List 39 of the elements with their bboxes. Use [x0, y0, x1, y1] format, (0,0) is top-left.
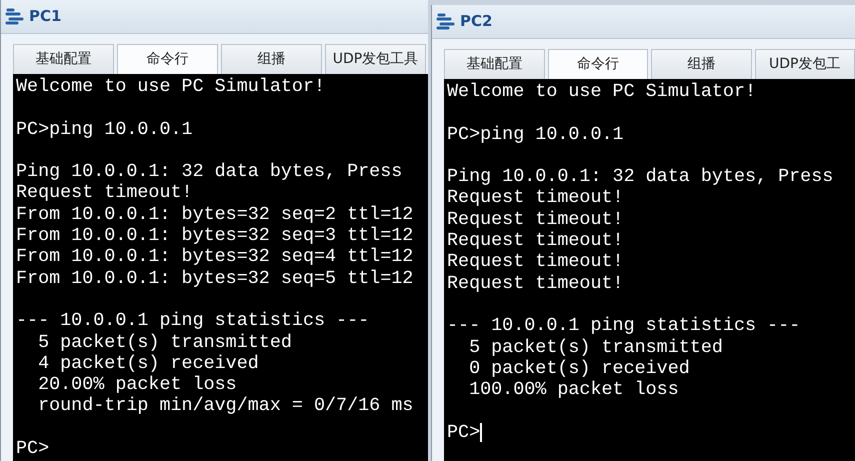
- terminal-line: round-trip min/avg/max = 0/7/16 ms: [37, 395, 414, 417]
- terminal-line: Request timeout!: [447, 251, 625, 273]
- tab[interactable]: 命令行: [117, 44, 218, 74]
- terminal-line: 0 packet(s) received: [468, 358, 691, 380]
- terminal-line: Ping 10.0.0.1: 32 data bytes, Press: [16, 161, 404, 182]
- tab[interactable]: 基础配置: [13, 44, 114, 74]
- tab[interactable]: UDP发包工: [754, 49, 855, 79]
- terminal-line: Request timeout!: [447, 230, 625, 252]
- terminal-line: Request timeout!: [447, 187, 625, 209]
- tab[interactable]: 基础配置: [444, 49, 544, 79]
- tab[interactable]: 组播: [221, 44, 322, 74]
- terminal-line: 100.00% packet loss: [468, 379, 680, 400]
- terminal-line: PC>ping 10.0.0.1: [447, 124, 625, 145]
- terminal-line: Welcome to use PC Simulator!: [447, 81, 758, 102]
- terminal-line: From 10.0.0.1: bytes=32 seq=4 ttl=12: [16, 246, 414, 268]
- terminal-line: --- 10.0.0.1 ping statistics ---: [447, 315, 802, 337]
- terminal-line: From 10.0.0.1: bytes=32 seq=3 ttl=12: [16, 225, 414, 246]
- terminal-line: PC>ping 10.0.0.1: [16, 118, 194, 140]
- terminal-line: Welcome to use PC Simulator!: [16, 76, 326, 98]
- tab[interactable]: 组播: [651, 49, 752, 79]
- terminal-line: Request timeout!: [447, 208, 625, 230]
- window-title: PC1: [29, 6, 62, 28]
- terminal-line: --- 10.0.0.1 ping statistics ---: [16, 310, 370, 332]
- terminal-line: PC>: [447, 422, 480, 444]
- tab[interactable]: UDP发包工具: [325, 44, 426, 74]
- terminal-line: From 10.0.0.1: bytes=32 seq=2 ttl=12: [16, 204, 414, 226]
- terminal-line: Request timeout!: [16, 182, 194, 204]
- tab[interactable]: 命令行: [548, 49, 648, 79]
- terminal-line: Ping 10.0.0.1: 32 data bytes, Press: [447, 166, 834, 188]
- window-title: PC2: [460, 11, 492, 32]
- network-icon: [5, 8, 25, 26]
- terminal-line: 4 packet(s) received: [37, 352, 260, 374]
- terminal-line: From 10.0.0.1: bytes=32 seq=5 ttl=12: [16, 268, 414, 289]
- terminal-line: 5 packet(s) transmitted: [468, 336, 724, 358]
- terminal-line: Request timeout!: [447, 272, 625, 294]
- terminal-line: 20.00% packet loss: [37, 374, 238, 396]
- terminal-line: PC>: [16, 438, 50, 460]
- terminal-line: 5 packet(s) transmitted: [37, 332, 293, 353]
- network-icon: [436, 12, 456, 30]
